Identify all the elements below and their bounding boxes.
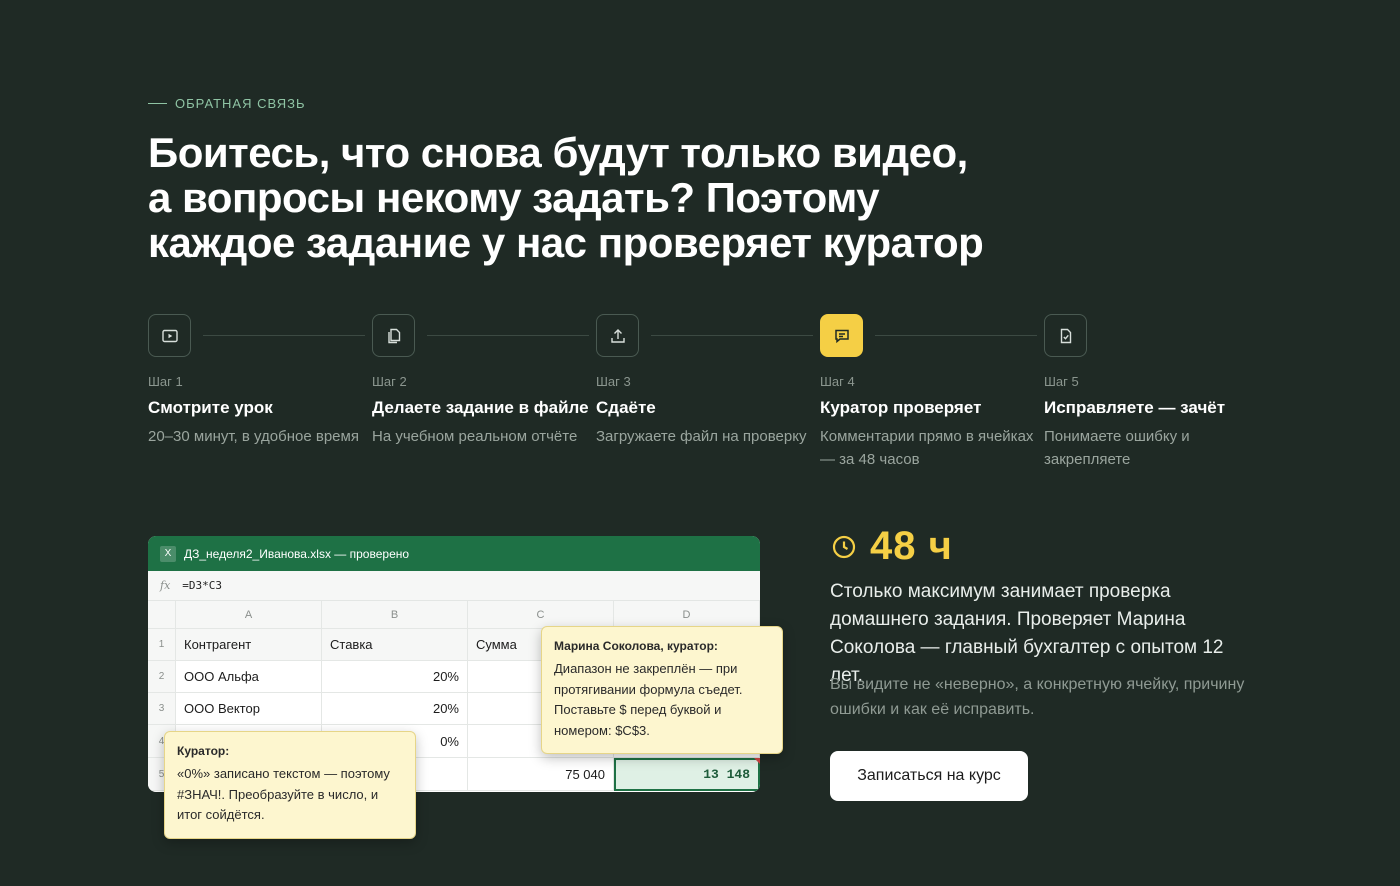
column-header: C	[468, 601, 614, 629]
curator-comment-note: Куратор: «0%» записано текстом — поэтому…	[164, 731, 416, 839]
eyebrow-text: ОБРАТНАЯ СВЯЗЬ	[175, 96, 306, 111]
headline-line: а вопросы некому задать? Поэтому	[148, 174, 880, 221]
step-title: Смотрите урок	[148, 398, 273, 417]
curator-comment-note: Марина Соколова, куратор: Диапазон не за…	[541, 626, 783, 754]
clock-icon	[832, 535, 856, 558]
step-number: Шаг 1	[148, 374, 183, 389]
play-icon	[148, 314, 191, 357]
note-body: Диапазон не закреплён — при протягивании…	[554, 661, 743, 738]
table-cell: ООО Вектор	[176, 693, 322, 725]
section-eyebrow: ОБРАТНАЯ СВЯЗЬ	[148, 96, 306, 111]
result-cell[interactable]: 13 148	[614, 758, 760, 791]
step-number: Шаг 2	[372, 374, 407, 389]
section-headline: Боитесь, что снова будут только видео, а…	[148, 130, 1028, 265]
formula-text: =D3*C3	[182, 579, 223, 592]
step-4: Шаг 4 Куратор проверяет Комментарии прям…	[820, 314, 1040, 471]
step-title: Исправляете — зачёт	[1044, 398, 1226, 417]
row-index: 1	[148, 629, 176, 661]
excel-icon: X	[160, 545, 176, 562]
table-cell: ООО Альфа	[176, 661, 322, 693]
table-cell: 20%	[322, 693, 468, 725]
step-title: Делаете задание в файле	[372, 398, 589, 417]
note-title: Куратор:	[177, 744, 230, 758]
row-index: 2	[148, 661, 176, 693]
step-description: На учебном реальном отчёте	[372, 428, 578, 445]
review-time-value: 48 ч	[870, 524, 953, 568]
step-title: Сдаёте	[596, 398, 656, 417]
column-header: A	[176, 601, 322, 629]
column-header-row: A B C D	[148, 601, 760, 629]
comment-icon	[820, 314, 863, 357]
table-cell: Контрагент	[176, 629, 322, 661]
review-time-stat: 48 ч	[830, 524, 953, 569]
step-description: 20–30 минут, в удобное время	[148, 428, 359, 445]
spreadsheet-filename: ДЗ_неделя2_Иванова.xlsx — проверено	[184, 546, 410, 561]
fx-icon: fx	[160, 579, 171, 592]
file-check-icon	[1044, 314, 1087, 357]
step-5: Шаг 5 Исправляете — зачёт Понимаете ошиб…	[1044, 314, 1264, 471]
review-time-subtext: Вы видите не «неверно», а конкретную яче…	[830, 676, 1245, 718]
row-index: 3	[148, 693, 176, 725]
steps-timeline: Шаг 1 Смотрите урок 20–30 минут, в удобн…	[148, 314, 1252, 484]
step-title: Куратор проверяет	[820, 398, 982, 417]
corner-cell	[148, 601, 176, 629]
table-cell: 75 040	[468, 758, 614, 791]
note-title: Марина Соколова, куратор:	[554, 639, 718, 653]
headline-line: Боитесь, что снова будут только видео,	[148, 129, 968, 176]
file-icon	[372, 314, 415, 357]
formula-bar: fx =D3*C3	[148, 571, 760, 601]
headline-line: каждое задание у нас проверяет куратор	[148, 219, 984, 266]
step-description: Понимаете ошибку и закрепляете	[1044, 428, 1190, 468]
table-cell: 20%	[322, 661, 468, 693]
eyebrow-line	[148, 103, 167, 104]
step-1: Шаг 1 Смотрите урок 20–30 минут, в удобн…	[148, 314, 368, 448]
step-description: Комментарии прямо в ячейках — за 48 часо…	[820, 428, 1034, 468]
step-2: Шаг 2 Делаете задание в файле На учебном…	[372, 314, 592, 448]
step-description: Загружаете файл на проверку	[596, 428, 807, 445]
step-number: Шаг 5	[1044, 374, 1079, 389]
note-body: «0%» записано текстом — поэтому #ЗНАЧ!. …	[177, 766, 390, 822]
step-3: Шаг 3 Сдаёте Загружаете файл на проверку	[596, 314, 816, 448]
step-number: Шаг 3	[596, 374, 631, 389]
table-cell: Ставка	[322, 629, 468, 661]
upload-icon	[596, 314, 639, 357]
enroll-button[interactable]: Записаться на курс	[830, 751, 1028, 801]
step-number: Шаг 4	[820, 374, 855, 389]
column-header: D	[614, 601, 760, 629]
column-header: B	[322, 601, 468, 629]
spreadsheet-titlebar: X ДЗ_неделя2_Иванова.xlsx — проверено	[148, 536, 760, 571]
